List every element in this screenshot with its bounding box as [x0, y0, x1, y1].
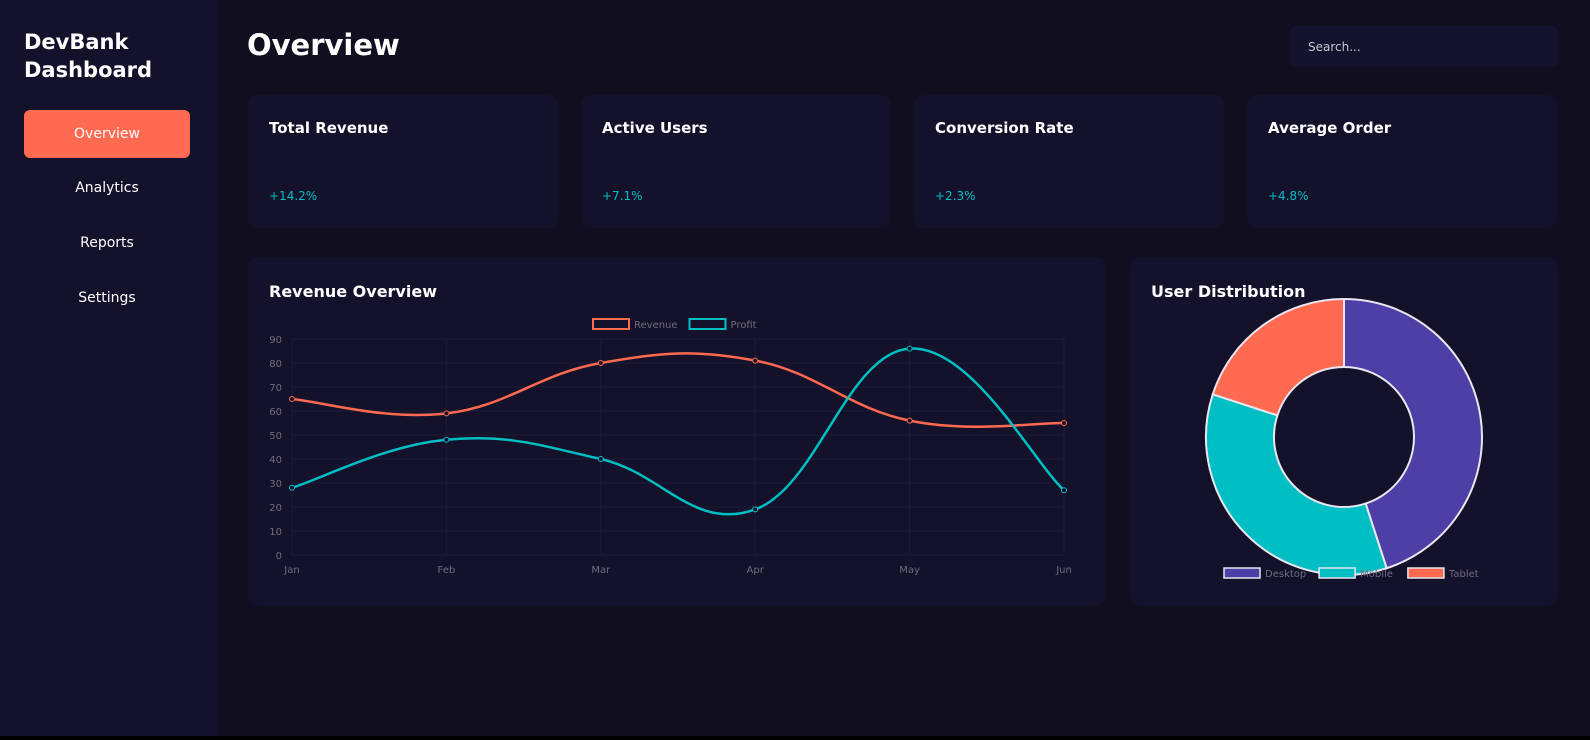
- revenue-data-point: [289, 396, 295, 402]
- profit-series-line: [291, 347, 1065, 516]
- mobile-slice: [1205, 393, 1388, 576]
- x-tick-label: Apr: [747, 565, 765, 576]
- revenue-line-chart: 0 10 20 30 40 50 60 70 80 90 Jan Feb Mar Apr May Jun Rev…: [269, 318, 1072, 576]
- y-tick-label: 90: [269, 335, 282, 346]
- profit-data-point: [752, 506, 759, 513]
- sidebar-item-overview[interactable]: Overview: [24, 110, 190, 158]
- revenue-legend-swatch: [592, 318, 630, 330]
- profit-data-point: [906, 345, 913, 352]
- x-tick-label: Jan: [283, 565, 299, 576]
- x-tick-label: May: [899, 565, 920, 576]
- app-title: DevBank Dashboard: [24, 30, 153, 82]
- stat-change: +7.1%: [602, 189, 643, 203]
- revenue-data-point: [1061, 420, 1067, 426]
- stat-card-conversion-rate: Conversion Rate +2.3%: [914, 95, 1224, 228]
- y-tick-label: 80: [269, 359, 282, 370]
- stat-card-total-revenue: Total Revenue +14.2%: [248, 95, 558, 228]
- stat-title: Active Users: [602, 119, 708, 137]
- y-tick-label: 60: [269, 407, 282, 418]
- desktop-legend-label: Desktop: [1265, 569, 1306, 580]
- revenue-series-line: [291, 352, 1065, 428]
- revenue-data-point: [906, 417, 913, 424]
- revenue-overview-panel: Revenue Overview 0 10 20 30 40 50 60 70 80 90 Jan F…: [248, 257, 1106, 606]
- x-tick-label: Mar: [591, 565, 611, 576]
- tablet-legend-label: Tablet: [1448, 569, 1479, 580]
- y-tick-label: 70: [269, 383, 282, 394]
- sidebar: DevBank Dashboard Overview Analytics Rep…: [0, 0, 219, 736]
- profit-legend-swatch: [688, 318, 727, 330]
- app-window: DevBank Dashboard Overview Analytics Rep…: [0, 0, 1590, 736]
- tablet-slice: [1211, 297, 1345, 417]
- stat-title: Total Revenue: [269, 119, 389, 137]
- y-tick-label: 20: [269, 503, 282, 514]
- user-distribution-donut-chart: Desktop Mobile Tablet: [1205, 297, 1483, 580]
- stat-change: +4.8%: [1268, 189, 1309, 203]
- sidebar-item-analytics[interactable]: Analytics: [24, 164, 190, 212]
- profit-data-point: [597, 456, 604, 462]
- y-tick-label: 50: [269, 431, 282, 442]
- profit-data-point: [289, 484, 295, 491]
- y-tick-label: 40: [269, 455, 282, 466]
- stat-card-average-order: Average Order +4.8%: [1247, 95, 1557, 228]
- mobile-legend-swatch: [1318, 567, 1356, 579]
- x-tick-label: Feb: [438, 565, 456, 576]
- stat-card-active-users: Active Users +7.1%: [581, 95, 891, 228]
- user-distribution-panel: User Distribution Desktop Mobile Tablet: [1130, 257, 1558, 606]
- revenue-data-point: [597, 360, 604, 366]
- stat-title: Average Order: [1268, 119, 1392, 137]
- mobile-legend-label: Mobile: [1360, 569, 1393, 580]
- sidebar-item-reports[interactable]: Reports: [24, 219, 190, 267]
- profit-legend-label: Profit: [731, 320, 757, 331]
- revenue-data-point: [752, 357, 759, 364]
- desktop-legend-swatch: [1223, 567, 1261, 579]
- profit-data-point: [1061, 487, 1067, 494]
- sidebar-item-settings[interactable]: Settings: [24, 274, 190, 322]
- revenue-legend-label: Revenue: [634, 320, 678, 331]
- y-tick-label: 30: [269, 479, 282, 490]
- y-tick-label: 0: [276, 551, 282, 562]
- stat-title: Conversion Rate: [935, 119, 1074, 137]
- search-input[interactable]: [1290, 26, 1558, 67]
- y-tick-label: 10: [269, 527, 282, 538]
- page-title: Overview: [247, 28, 400, 62]
- tablet-legend-swatch: [1407, 567, 1445, 579]
- stat-change: +2.3%: [935, 189, 976, 203]
- x-tick-label: Jun: [1055, 565, 1072, 576]
- profit-data-point: [443, 436, 450, 443]
- stat-change: +14.2%: [269, 189, 318, 203]
- revenue-data-point: [443, 410, 450, 417]
